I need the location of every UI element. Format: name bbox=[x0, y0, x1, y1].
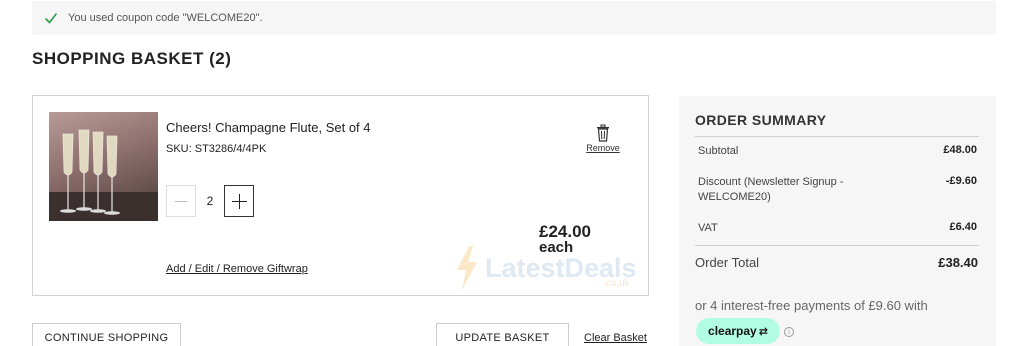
summary-value: £6.40 bbox=[949, 221, 977, 233]
order-summary-title: ORDER SUMMARY bbox=[695, 112, 827, 128]
installments-text: or 4 interest-free payments of £9.60 wit… bbox=[695, 298, 928, 313]
coupon-message: You used coupon code "WELCOME20". bbox=[68, 12, 263, 24]
divider bbox=[695, 136, 979, 137]
giftwrap-link[interactable]: Add / Edit / Remove Giftwrap bbox=[166, 263, 308, 275]
update-basket-button[interactable]: UPDATE BASKET bbox=[436, 323, 569, 346]
continue-shopping-button[interactable]: CONTINUE SHOPPING bbox=[32, 323, 181, 346]
lightning-bolt-icon bbox=[457, 246, 477, 290]
champagne-flutes-image bbox=[49, 129, 158, 221]
product-image[interactable] bbox=[49, 112, 158, 221]
watermark-subtext: .co.uk bbox=[603, 278, 630, 289]
clearpay-badge[interactable]: clearpay ⇄ bbox=[696, 318, 780, 344]
trash-icon bbox=[597, 124, 609, 142]
summary-value: £48.00 bbox=[943, 144, 977, 156]
order-summary: ORDER SUMMARY Subtotal £48.00 Discount (… bbox=[679, 96, 996, 346]
clear-basket-link[interactable]: Clear Basket bbox=[584, 332, 647, 344]
quantity-value[interactable]: 2 bbox=[201, 185, 219, 217]
order-total-label: Order Total bbox=[695, 255, 760, 270]
item-price-unit: each bbox=[539, 239, 574, 256]
watermark-text: LatestDeals bbox=[485, 252, 637, 283]
divider bbox=[695, 245, 979, 246]
remove-label: Remove bbox=[586, 143, 620, 153]
checkmark-icon bbox=[44, 13, 58, 24]
product-sku: SKU: ST3286/4/4PK bbox=[166, 143, 267, 155]
quantity-decrease-button[interactable] bbox=[166, 185, 196, 217]
info-icon[interactable]: i bbox=[784, 327, 794, 337]
summary-label: Discount (Newsletter Signup - WELCOME20) bbox=[698, 176, 844, 203]
summary-label: Subtotal bbox=[698, 145, 739, 157]
order-total-value: £38.40 bbox=[938, 255, 978, 270]
summary-value: -£9.60 bbox=[945, 175, 977, 187]
product-name[interactable]: Cheers! Champagne Flute, Set of 4 bbox=[166, 120, 371, 135]
clearpay-arrows-icon: ⇄ bbox=[758, 325, 768, 338]
clearpay-label: clearpay bbox=[708, 324, 757, 338]
coupon-notice: You used coupon code "WELCOME20". bbox=[32, 1, 996, 35]
remove-item-button[interactable]: Remove bbox=[583, 124, 623, 153]
basket-item: Cheers! Champagne Flute, Set of 4 SKU: S… bbox=[32, 95, 649, 296]
quantity-increase-button[interactable] bbox=[224, 185, 254, 217]
summary-label: VAT bbox=[698, 222, 718, 234]
page-title: SHOPPING BASKET (2) bbox=[32, 49, 232, 68]
minus-icon bbox=[175, 200, 187, 202]
